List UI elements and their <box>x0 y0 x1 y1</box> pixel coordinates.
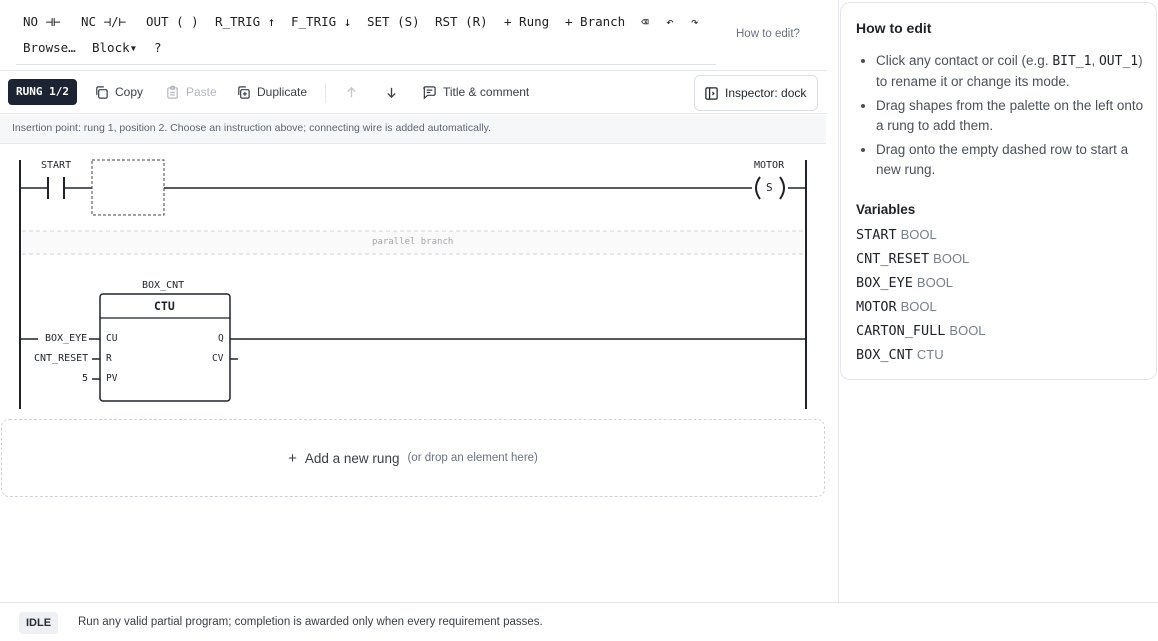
start-contact-label[interactable]: START <box>41 160 71 171</box>
arrow-down-icon <box>387 87 396 98</box>
variable-name: BOX_CNT <box>856 347 913 363</box>
status-message: Run any valid partial program; completio… <box>78 616 543 628</box>
tip1-text-start: Click any contact or coil (e.g. <box>876 53 1053 68</box>
inspector-dock-button[interactable]: Inspector: dock <box>694 75 818 111</box>
copy-icon <box>96 85 108 99</box>
toolbar-divider <box>16 64 716 65</box>
tip1-code-bit: BIT_1 <box>1052 54 1092 69</box>
add-rung-button[interactable]: + Rung <box>504 14 549 29</box>
inspector-panel: How to edit Click any contact or coil (e… <box>840 2 1157 380</box>
panel-icon <box>705 86 718 100</box>
plus-icon: + <box>288 449 297 467</box>
variable-name: START <box>856 227 897 243</box>
status-bar: IDLE Run any valid partial program; comp… <box>0 602 1158 641</box>
tip1-code-out: OUT_1 <box>1098 54 1139 69</box>
add-rung-dropzone[interactable]: + Add a new rung (or drop an element her… <box>1 419 825 497</box>
help-button[interactable]: ? <box>154 40 162 55</box>
r-input-label: R <box>106 353 112 364</box>
paste-label: Paste <box>186 85 217 99</box>
cv-output-label: CV <box>212 353 224 364</box>
inspector-title: How to edit <box>856 20 932 36</box>
variable-item[interactable]: BOX_CNT CTU <box>856 345 986 369</box>
panel-divider <box>838 0 839 602</box>
block-type-label: CTU <box>154 299 175 313</box>
variable-type: BOOL <box>900 299 937 314</box>
variable-type: BOOL <box>916 275 954 290</box>
paste-icon <box>167 85 178 99</box>
cu-input-label: CU <box>106 333 118 344</box>
start-contact[interactable] <box>42 174 72 202</box>
title-comment-button[interactable]: Title & comment <box>422 82 529 102</box>
ladder-canvas: START MOTOR S parallel branch BOX_CNT CT… <box>0 144 826 410</box>
no-contact-button[interactable]: NO ⊣⊢ <box>23 14 61 29</box>
out-coil-button[interactable]: OUT ( ) <box>146 14 199 29</box>
variable-item[interactable]: START BOOL <box>856 225 986 249</box>
add-rung-sublabel: (or drop an element here) <box>407 452 538 464</box>
reset-coil-button[interactable]: RST (R) <box>435 14 488 29</box>
how-to-edit-link[interactable]: How to edit? <box>736 28 800 40</box>
variable-item[interactable]: CNT_RESET BOOL <box>856 249 986 273</box>
action-separator <box>325 83 326 103</box>
copy-button[interactable]: Copy <box>94 82 143 102</box>
variable-item[interactable]: CARTON_FULL BOOL <box>856 321 986 345</box>
inspector-dock-label: Inspector: dock <box>725 86 807 100</box>
title-comment-label: Title & comment <box>443 85 530 99</box>
variable-name: MOTOR <box>856 299 897 315</box>
tip-item: Drag shapes from the palette on the left… <box>876 96 1146 136</box>
variables-list: START BOOL CNT_RESET BOOL BOX_EYE BOOL MOTO… <box>856 225 986 369</box>
parallel-branch-label: parallel branch <box>372 237 454 247</box>
variable-item[interactable]: BOX_EYE BOOL <box>856 273 986 297</box>
tip1-text-mid: , <box>1091 53 1099 68</box>
f-trig-button[interactable]: F_TRIG ↓ <box>291 14 351 29</box>
variables-title: Variables <box>856 202 916 217</box>
nc-contact-button[interactable]: NC ⊣/⊢ <box>81 14 126 29</box>
rung-badge[interactable]: RUNG 1/2 <box>8 79 77 105</box>
variable-name: CARTON_FULL <box>856 323 946 339</box>
pv-argument-label[interactable]: 5 <box>82 373 88 384</box>
block-dropdown[interactable]: Block▾ <box>92 40 137 55</box>
undo-icon[interactable]: ↶ <box>666 14 674 29</box>
comment-icon <box>423 85 436 99</box>
insertion-hint: Insertion point: rung 1, position 2. Cho… <box>0 115 826 144</box>
paste-button[interactable]: Paste <box>165 82 217 102</box>
duplicate-label: Duplicate <box>257 85 308 99</box>
delete-icon[interactable]: ⌫ <box>641 14 649 29</box>
arrow-up-icon <box>347 86 356 97</box>
add-branch-button[interactable]: + Branch <box>565 14 625 29</box>
duplicate-icon <box>238 85 250 99</box>
redo-icon[interactable]: ↷ <box>691 14 699 29</box>
variable-type: BOOL <box>949 323 986 338</box>
move-up-button[interactable] <box>344 82 359 102</box>
rung-action-bar: RUNG 1/2 Copy Paste Duplicate Title & co… <box>0 70 826 114</box>
add-rung-label: Add a new rung <box>304 450 400 466</box>
variable-item[interactable]: MOTOR BOOL <box>856 297 986 321</box>
coil-mode-label: S <box>766 181 773 194</box>
insertion-placeholder[interactable] <box>91 159 165 216</box>
copy-label: Copy <box>115 85 144 99</box>
browse-button[interactable]: Browse… <box>23 40 76 55</box>
variable-name: BOX_EYE <box>856 275 913 291</box>
variable-type: BOOL <box>900 227 937 242</box>
tip-item: Click any contact or coil (e.g. BIT_1, O… <box>876 51 1146 92</box>
editor-area: NO ⊣⊢ NC ⊣/⊢ OUT ( ) R_TRIG ↑ F_TRIG ↓ S… <box>0 0 826 602</box>
variable-type: BOOL <box>933 251 970 266</box>
pv-input-label: PV <box>106 373 118 384</box>
set-coil-button[interactable]: SET (S) <box>367 14 420 29</box>
r-argument-label[interactable]: CNT_RESET <box>34 353 88 364</box>
variable-name: CNT_RESET <box>856 251 930 267</box>
block-instance-label[interactable]: BOX_CNT <box>142 280 184 291</box>
q-output-label: Q <box>218 333 224 344</box>
r-trig-button[interactable]: R_TRIG ↑ <box>215 14 275 29</box>
edit-tips-list: Click any contact or coil (e.g. BIT_1, O… <box>856 51 1146 184</box>
variable-type: CTU <box>916 347 944 362</box>
duplicate-button[interactable]: Duplicate <box>236 82 307 102</box>
tip-item: Drag onto the empty dashed row to start … <box>876 140 1146 180</box>
instruction-toolbar: NO ⊣⊢ NC ⊣/⊢ OUT ( ) R_TRIG ↑ F_TRIG ↓ S… <box>0 0 826 70</box>
status-badge: IDLE <box>19 612 59 634</box>
move-down-button[interactable] <box>384 82 399 102</box>
cu-argument-label[interactable]: BOX_EYE <box>45 333 87 344</box>
motor-coil-label[interactable]: MOTOR <box>754 160 784 171</box>
